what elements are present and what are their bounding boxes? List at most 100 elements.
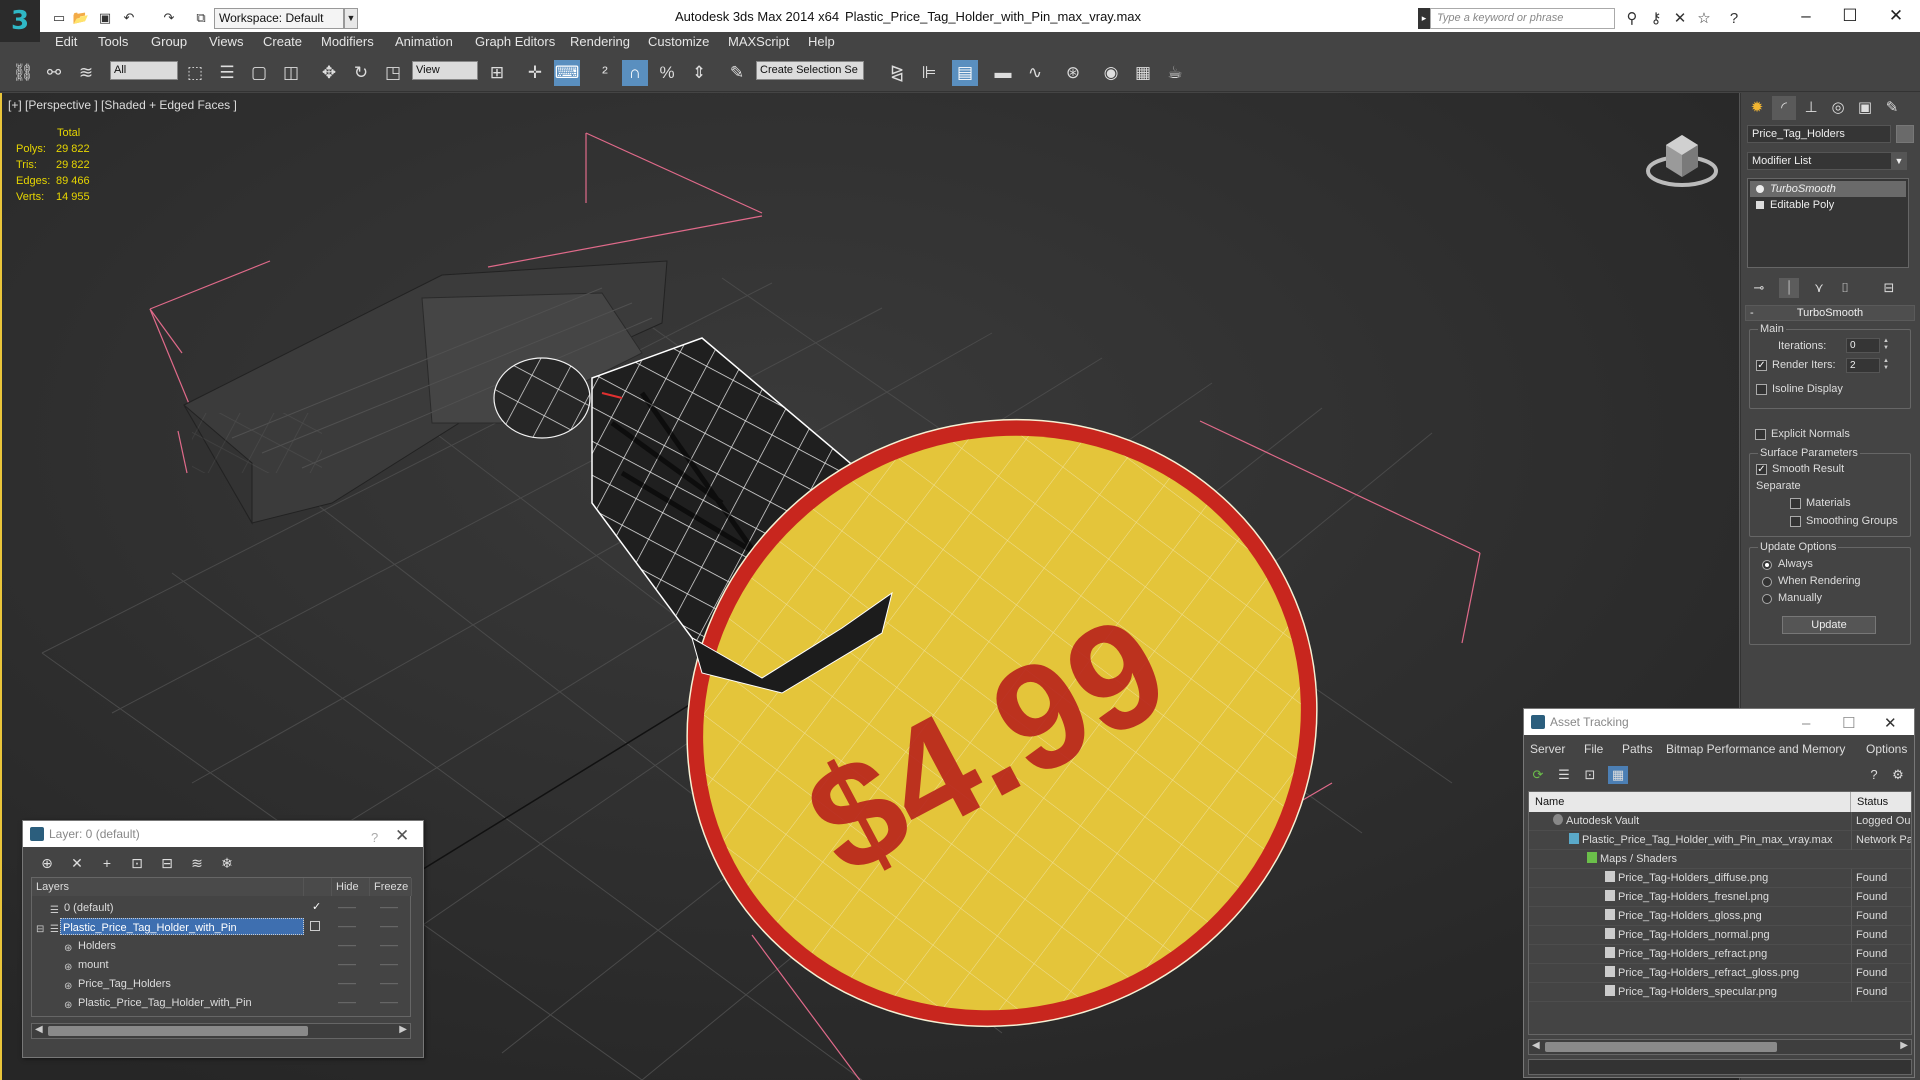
delete-layer-icon[interactable]: ✕ xyxy=(67,854,87,872)
menu-create[interactable]: Create xyxy=(263,34,302,49)
subscription-icon[interactable]: ⚷ xyxy=(1646,10,1666,28)
search-input[interactable]: Type a keyword or phrase xyxy=(1430,8,1615,29)
render-iters-spinner[interactable]: 2 xyxy=(1846,358,1880,373)
menu-help[interactable]: Help xyxy=(808,34,835,49)
freeze-toggle[interactable]: —— xyxy=(380,993,398,1012)
utilities-tab-icon[interactable]: ✎ xyxy=(1880,96,1904,120)
menu-views[interactable]: Views xyxy=(209,34,243,49)
current-layer-check-icon[interactable]: ✓ xyxy=(312,898,321,917)
add-selected-to-layer-icon[interactable]: + xyxy=(97,854,117,872)
remove-modifier-icon[interactable]: ⌷ xyxy=(1835,278,1855,298)
hide-column-header[interactable]: Hide xyxy=(332,878,370,896)
hide-toggle[interactable]: —— xyxy=(338,974,356,993)
select-by-name-icon[interactable]: ☰ xyxy=(214,60,240,86)
window-crossing-icon[interactable]: ◫ xyxy=(278,60,304,86)
expand-icon[interactable] xyxy=(1756,201,1764,209)
menu-maxscript[interactable]: MAXScript xyxy=(728,34,789,49)
asset-row-specular[interactable]: Price_Tag-Holders_specular.png Found xyxy=(1529,983,1911,1002)
layer-row-mount[interactable]: ⊛ mount —— —— xyxy=(32,955,410,974)
material-editor-icon[interactable]: ◉ xyxy=(1098,60,1124,86)
select-and-link-icon[interactable]: ⛓ xyxy=(10,60,36,86)
layer-horizontal-scrollbar[interactable]: ◀ ▶ xyxy=(31,1023,411,1039)
named-selection-set-input[interactable]: Create Selection Se xyxy=(756,61,864,80)
list-view-icon[interactable]: ☰ xyxy=(1554,766,1574,784)
iterations-spinner-arrows-icon[interactable]: ▲ ▼ xyxy=(1882,338,1890,353)
create-new-layer-icon[interactable]: ⊕ xyxy=(37,854,57,872)
pivot-center-icon[interactable]: ⊞ xyxy=(484,60,510,86)
name-column-header[interactable]: Name xyxy=(1529,792,1851,812)
object-name-field[interactable]: Price_Tag_Holders xyxy=(1747,125,1891,143)
create-tab-icon[interactable]: ✹ xyxy=(1745,96,1769,120)
select-manipulate-icon[interactable]: ✛ xyxy=(522,60,548,86)
communication-icon[interactable]: ✕ xyxy=(1670,10,1690,28)
freeze-toggle[interactable]: —— xyxy=(380,974,398,993)
scroll-left-icon[interactable]: ◀ xyxy=(35,1024,43,1035)
update-manually-radio[interactable] xyxy=(1762,594,1772,604)
thumbnail-view-icon[interactable]: ⊡ xyxy=(1580,766,1600,784)
layer-row-holders[interactable]: ⊛ Holders —— —— xyxy=(32,936,410,955)
bind-space-warp-icon[interactable]: ≋ xyxy=(73,60,99,86)
help-icon[interactable]: ? xyxy=(1864,766,1884,784)
viewcube-icon[interactable] xyxy=(1642,123,1722,193)
menu-graph-editors[interactable]: Graph Editors xyxy=(475,34,555,49)
bulb-icon[interactable] xyxy=(1756,185,1764,193)
asset-row-fresnel[interactable]: Price_Tag-Holders_fresnel.png Found xyxy=(1529,888,1911,907)
menu-group[interactable]: Group xyxy=(151,34,187,49)
asset-row-diffuse[interactable]: Price_Tag-Holders_diffuse.png Found xyxy=(1529,869,1911,888)
render-iters-checkbox[interactable]: ✓ xyxy=(1756,360,1767,371)
freeze-toggle[interactable]: —— xyxy=(380,917,398,936)
asset-row-normal[interactable]: Price_Tag-Holders_normal.png Found xyxy=(1529,926,1911,945)
update-when-rendering-radio[interactable] xyxy=(1762,577,1772,587)
select-objects-in-layer-icon[interactable]: ⊡ xyxy=(127,854,147,872)
freeze-all-layers-icon[interactable]: ❄ xyxy=(217,854,237,872)
asset-tracking-title[interactable]: Asset Tracking – ☐ ✕ xyxy=(1524,709,1914,735)
open-file-icon[interactable]: 📂 xyxy=(72,9,90,27)
minimize-icon[interactable]: – xyxy=(1786,4,1826,28)
status-column-header[interactable]: Status xyxy=(1851,792,1911,812)
select-and-rotate-icon[interactable]: ↻ xyxy=(348,60,374,86)
render-setup-icon[interactable]: ▦ xyxy=(1130,60,1156,86)
menu-animation[interactable]: Animation xyxy=(395,34,453,49)
display-tab-icon[interactable]: ▣ xyxy=(1853,96,1877,120)
settings-icon[interactable]: ⚙ xyxy=(1888,766,1908,784)
freeze-toggle[interactable]: —— xyxy=(380,898,398,917)
search-expand-icon[interactable]: ▸ xyxy=(1418,8,1430,29)
menu-customize[interactable]: Customize xyxy=(648,34,709,49)
smoothing-groups-checkbox[interactable] xyxy=(1790,516,1801,527)
hide-toggle[interactable]: —— xyxy=(338,917,356,936)
maximize-icon[interactable]: ☐ xyxy=(1830,4,1870,28)
table-view-icon[interactable]: ▦ xyxy=(1608,766,1628,784)
make-unique-icon[interactable]: ⋎ xyxy=(1809,278,1829,298)
asset-menu-file[interactable]: File xyxy=(1584,742,1603,756)
scroll-right-icon[interactable]: ▶ xyxy=(1900,1040,1908,1051)
close-icon[interactable]: ✕ xyxy=(1876,4,1916,28)
select-and-move-icon[interactable]: ✥ xyxy=(316,60,342,86)
freeze-column-header[interactable]: Freeze xyxy=(370,878,412,896)
freeze-toggle[interactable]: —— xyxy=(380,936,398,955)
asset-row-max-file[interactable]: Plastic_Price_Tag_Holder_with_Pin_max_vr… xyxy=(1529,831,1911,850)
percent-snap-icon[interactable]: % xyxy=(654,60,680,86)
asset-row-gloss[interactable]: Price_Tag-Holders_gloss.png Found xyxy=(1529,907,1911,926)
modify-tab-icon[interactable]: ◜ xyxy=(1772,96,1796,120)
hide-toggle[interactable]: —— xyxy=(338,936,356,955)
save-file-icon[interactable]: ▣ xyxy=(96,9,114,27)
project-folder-icon[interactable]: ⧉ xyxy=(192,9,210,27)
keyboard-shortcut-override-icon[interactable]: ⌨ xyxy=(554,60,580,86)
modifier-list-dropdown[interactable]: Modifier List xyxy=(1747,152,1907,170)
new-file-icon[interactable]: ▭ xyxy=(50,9,68,27)
schematic-view-icon[interactable]: ⊛ xyxy=(1060,60,1086,86)
edit-named-selection-icon[interactable]: ✎ xyxy=(724,60,750,86)
mirror-icon[interactable]: ⧎ xyxy=(884,60,910,86)
rectangular-selection-icon[interactable]: ▢ xyxy=(246,60,272,86)
render-iters-spinner-arrows-icon[interactable]: ▲ ▼ xyxy=(1882,358,1890,373)
viewport-label[interactable]: [+] [Perspective ] [Shaded + Edged Faces… xyxy=(8,98,237,112)
update-always-radio[interactable] xyxy=(1762,560,1772,570)
hide-toggle[interactable]: —— xyxy=(338,898,356,917)
pin-stack-icon[interactable]: ⊸ xyxy=(1749,278,1769,298)
undo-icon[interactable]: ↶ xyxy=(120,9,138,27)
menu-modifiers[interactable]: Modifiers xyxy=(321,34,374,49)
iterations-spinner[interactable]: 0 xyxy=(1846,338,1880,353)
redo-icon[interactable]: ↷ xyxy=(160,9,178,27)
help-icon[interactable]: ? xyxy=(1724,10,1744,28)
asset-row-maps-shaders[interactable]: Maps / Shaders xyxy=(1529,850,1911,869)
